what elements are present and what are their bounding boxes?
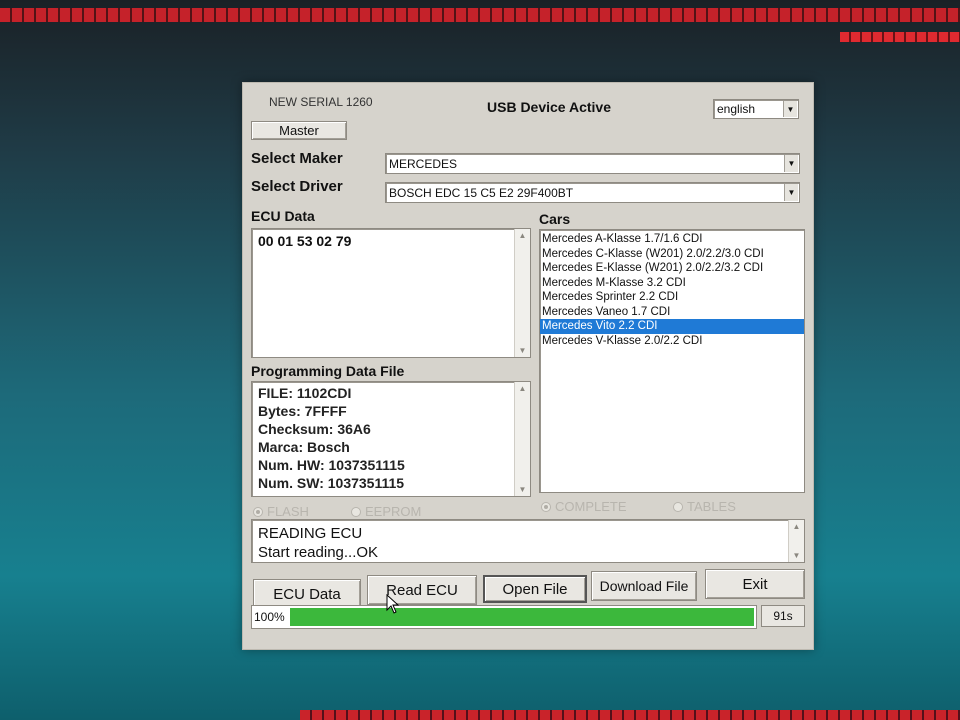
tables-radio[interactable]: TABLES (673, 499, 736, 514)
programming-line: Num. HW: 1037351115 (258, 457, 405, 473)
progress-percent: 100% (254, 610, 285, 624)
chevron-down-icon[interactable]: ▼ (784, 184, 798, 201)
radio-dot (253, 506, 263, 517)
log-scrollbar[interactable]: ▲ ▼ (788, 520, 804, 562)
eeprom-label: EEPROM (365, 504, 422, 519)
elapsed-time: 91s (761, 605, 805, 627)
programming-line: Num. SW: 1037351115 (258, 475, 405, 491)
programming-line: Bytes: 7FFFF (258, 403, 347, 419)
screen-right-stripe (840, 32, 960, 42)
chevron-down-icon[interactable]: ▼ (783, 101, 797, 117)
download-file-button[interactable]: Download File (591, 571, 697, 601)
complete-label: COMPLETE (555, 499, 627, 514)
programming-line: Checksum: 36A6 (258, 421, 371, 437)
progress-fill (290, 608, 754, 626)
language-select[interactable]: english ▼ (713, 99, 799, 119)
serial-label: NEW SERIAL 1260 (269, 95, 373, 109)
car-list-item[interactable]: Mercedes V-Klasse 2.0/2.2 CDI (540, 334, 804, 349)
read-ecu-button[interactable]: Read ECU (367, 575, 477, 605)
ecu-tool-window: NEW SERIAL 1260 USB Device Active englis… (242, 82, 814, 650)
chevron-down-icon[interactable]: ▼ (784, 155, 798, 172)
programming-line: Marca: Bosch (258, 439, 350, 455)
complete-radio[interactable]: COMPLETE (541, 499, 627, 514)
flash-label: FLASH (267, 504, 309, 519)
driver-select[interactable]: BOSCH EDC 15 C5 E2 29F400BT ▼ (385, 182, 800, 203)
exit-button[interactable]: Exit (705, 569, 805, 599)
cars-items: Mercedes A-Klasse 1.7/1.6 CDI Mercedes C-… (540, 232, 804, 348)
log-box[interactable]: READING ECU Start reading...OK ▲ ▼ (251, 519, 805, 563)
log-line: Start reading...OK (258, 544, 379, 561)
programming-line: FILE: 1102CDI (258, 385, 352, 401)
progress-bar: 100% (251, 605, 757, 629)
car-list-item[interactable]: Mercedes Sprinter 2.2 CDI (540, 290, 804, 305)
car-list-item[interactable]: Mercedes M-Klasse 3.2 CDI (540, 276, 804, 291)
cars-list[interactable]: Mercedes A-Klasse 1.7/1.6 CDI Mercedes C-… (539, 229, 805, 493)
cars-label: Cars (539, 211, 571, 227)
programming-label: Programming Data File (251, 363, 405, 379)
ecu-data-box[interactable]: 00 01 53 02 79 ▲ ▼ (251, 228, 531, 358)
usb-status: USB Device Active (487, 99, 611, 115)
car-list-item[interactable]: Mercedes A-Klasse 1.7/1.6 CDI (540, 232, 804, 247)
eeprom-radio[interactable]: EEPROM (351, 504, 421, 519)
radio-dot (351, 506, 361, 517)
programming-scrollbar[interactable]: ▲ ▼ (514, 382, 530, 496)
maker-value: MERCEDES (389, 156, 458, 171)
car-list-item[interactable]: Mercedes C-Klasse (W201) 2.0/2.2/3.0 CDI (540, 247, 804, 262)
screen-top-stripe (0, 8, 960, 22)
programming-box[interactable]: FILE: 1102CDI Bytes: 7FFFF Checksum: 36A… (251, 381, 531, 497)
radio-dot (541, 501, 551, 512)
master-button[interactable]: Master (251, 121, 347, 140)
tables-label: TABLES (687, 499, 736, 514)
maker-select[interactable]: MERCEDES ▼ (385, 153, 800, 174)
driver-value: BOSCH EDC 15 C5 E2 29F400BT (389, 185, 574, 200)
log-lines: READING ECU Start reading...OK (258, 524, 378, 562)
language-value: english (717, 102, 756, 116)
screen-bottom-stripe (300, 710, 960, 720)
radio-dot (673, 501, 683, 512)
log-line: READING ECU (258, 525, 363, 542)
driver-label: Select Driver (251, 178, 343, 195)
maker-label: Select Maker (251, 150, 343, 167)
ecu-data-scrollbar[interactable]: ▲ ▼ (514, 229, 530, 357)
car-list-item[interactable]: Mercedes Vito 2.2 CDI (540, 319, 804, 334)
mouse-cursor-icon (386, 594, 400, 614)
ecu-data-label: ECU Data (251, 208, 315, 224)
car-list-item[interactable]: Mercedes E-Klasse (W201) 2.0/2.2/3.2 CDI (540, 261, 804, 276)
ecu-data-value: 00 01 53 02 79 (258, 233, 352, 249)
programming-lines: FILE: 1102CDI Bytes: 7FFFF Checksum: 36A… (258, 384, 405, 492)
flash-radio[interactable]: FLASH (253, 504, 309, 519)
car-list-item[interactable]: Mercedes Vaneo 1.7 CDI (540, 305, 804, 320)
open-file-button[interactable]: Open File (483, 575, 587, 603)
